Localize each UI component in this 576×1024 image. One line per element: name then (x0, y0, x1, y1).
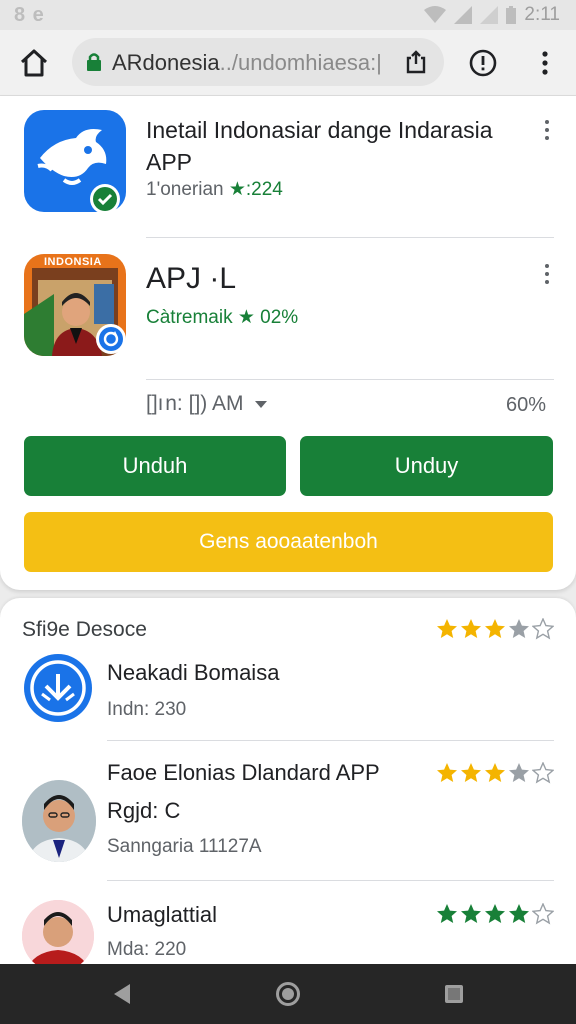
size-selector[interactable]: []ı n: []) AM (146, 392, 268, 416)
url-path: ../undomhiaesa:| (219, 50, 382, 75)
item3-star-icon-2 (461, 904, 481, 923)
list-item-2-sub: Sanngaria 11127A (107, 836, 262, 857)
download-button-2[interactable]: Unduy (300, 436, 553, 496)
app1-overflow-icon[interactable] (543, 120, 551, 142)
url-domain: ARdonesia (112, 50, 220, 75)
list-item-1-icon[interactable] (24, 654, 92, 722)
address-bar[interactable]: ARdonesia../undomhiaesa:| (72, 38, 444, 86)
item2-star-icon-1 (437, 763, 457, 782)
item3-star-icon-1 (437, 904, 457, 923)
app2-title[interactable]: APJ ·L (146, 262, 236, 296)
system-nav-bar (0, 964, 576, 1024)
app1-icon[interactable] (24, 110, 126, 214)
app1-title[interactable]: Inetail Indonasiar dange Indarasia APP (146, 114, 526, 178)
notification-icons: 8 e (14, 4, 45, 26)
item2-star-icon-4 (509, 763, 529, 782)
item2-star-icon-3 (485, 763, 505, 782)
home-icon[interactable] (18, 47, 50, 79)
url-text: ARdonesia../undomhiaesa:| (112, 50, 412, 76)
list-item-3-title[interactable]: Umaglattial (107, 902, 217, 928)
list-item-1-title[interactable]: Neakadi Bomaisa (107, 660, 279, 686)
signal-icon (454, 6, 473, 24)
recents-icon[interactable] (445, 985, 463, 1003)
divider (146, 237, 554, 238)
download-button-1[interactable]: Unduh (24, 436, 286, 496)
section-rating-stars (436, 618, 554, 640)
list-item-3-sub: Mda: 220 (107, 939, 187, 960)
arrows-logo-icon (30, 660, 86, 716)
size-selector-label: []ı n: []) AM (146, 392, 244, 415)
item3-star-icon-4 (509, 904, 529, 923)
person-photo (22, 780, 96, 862)
wifi-icon (424, 6, 447, 23)
browser-toolbar: ARdonesia../undomhiaesa:| (0, 30, 576, 96)
app2-icon-label: INDONSIA (44, 256, 102, 268)
section-star-icon-1 (437, 619, 457, 638)
secondary-action-button[interactable]: Gens aooaatenboh (24, 512, 553, 572)
list-item-2-avatar[interactable] (22, 780, 96, 862)
app2-publisher: Càtremaik (146, 307, 233, 328)
home-button-icon[interactable] (276, 982, 300, 1006)
battery-icon (506, 6, 517, 24)
app2-overflow-icon[interactable] (543, 264, 551, 286)
refresh-icon (103, 331, 119, 347)
app2-meta: Càtremaik ★ 02% (146, 306, 298, 329)
item3-star-icon-3 (485, 904, 505, 923)
divider (146, 379, 554, 380)
section-star-icon-5 (532, 618, 554, 640)
status-bar: 8 e 2:11 (0, 0, 576, 30)
update-badge (96, 324, 126, 354)
list-item-3-stars (436, 903, 554, 925)
list-item-2-stars (436, 762, 554, 784)
item2-star-icon-5 (532, 762, 554, 784)
app1-meta: 1'onerian ★:224 (146, 178, 283, 201)
list-item-3-avatar[interactable] (22, 900, 94, 972)
item3-star-icon-5 (532, 903, 554, 925)
section-star-icon-2 (461, 619, 481, 638)
section-star-icon-4 (509, 619, 529, 638)
app-results-card: Inetail Indonasiar dange Indarasia APP 1… (0, 96, 576, 590)
signal-icon-2 (480, 6, 499, 24)
more-menu-icon[interactable] (530, 48, 560, 78)
check-icon (97, 193, 113, 206)
section-star-icon-3 (485, 619, 505, 638)
list-item-2-line2: Rgjd: C (107, 798, 181, 823)
app2-rating: ★ 02% (237, 307, 299, 328)
lock-icon (87, 53, 101, 71)
item2-star-icon-2 (461, 763, 481, 782)
section-title: Sfi9e Desoce (22, 618, 147, 641)
list-item-1-sub: Indn: 230 (107, 699, 187, 720)
app1-publisher: 1'onerian (146, 179, 224, 200)
back-icon[interactable] (114, 984, 130, 1004)
app2-icon[interactable]: INDONSIA (24, 254, 126, 356)
divider (107, 880, 554, 881)
clock: 2:11 (524, 4, 560, 25)
dropdown-arrow-icon (255, 400, 268, 408)
person-photo-2 (22, 900, 94, 972)
divider (107, 740, 554, 741)
status-icons: 2:11 (424, 4, 560, 26)
share-icon[interactable] (404, 50, 428, 74)
similar-apps-card: Sfi9e Desoce Neakadi Bomaisa Indn: 230 F… (0, 598, 576, 978)
info-alert-icon[interactable] (468, 48, 498, 78)
app1-rating: ★:224 (228, 179, 283, 200)
verified-badge (90, 184, 120, 214)
list-item-2-title[interactable]: Faoe Elonias Dlandard APP (107, 760, 380, 786)
progress-percent: 60% (505, 394, 546, 416)
